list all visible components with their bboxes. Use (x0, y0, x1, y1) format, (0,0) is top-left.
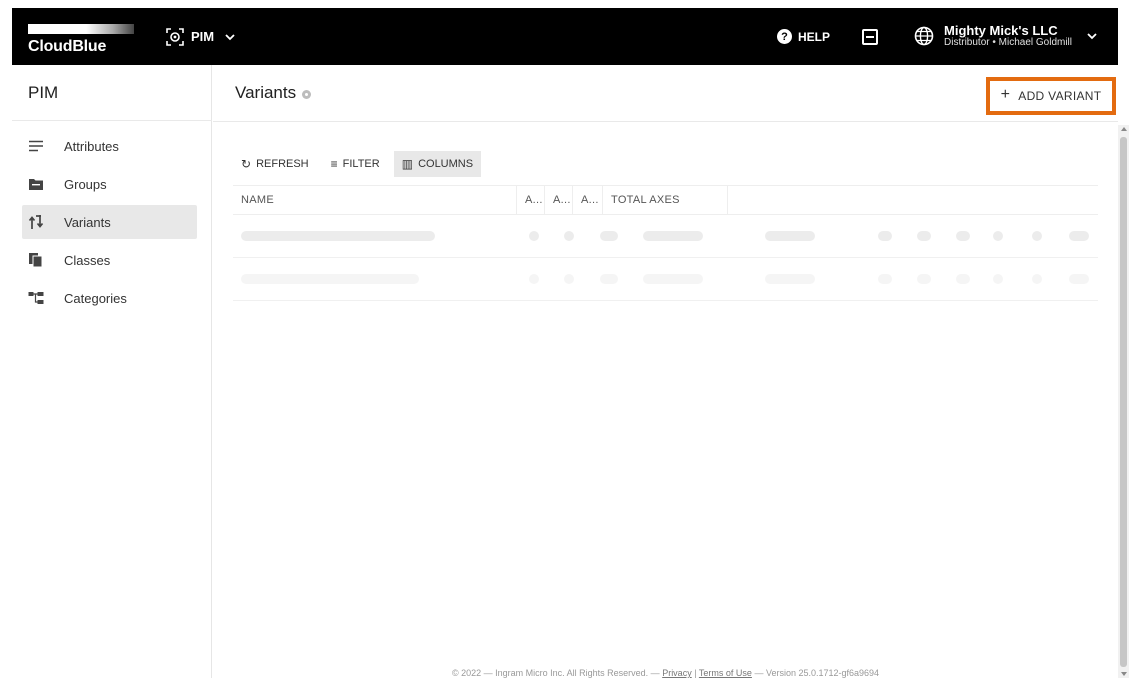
table-header: NAME A... A... A... TOTAL AXES (233, 185, 1098, 215)
sidebar-item-label: Classes (64, 252, 111, 268)
sidebar-item-classes[interactable]: Classes (22, 243, 197, 277)
page-title: Variants (235, 83, 297, 102)
scroll-up-arrow-icon[interactable] (1121, 127, 1127, 131)
add-variant-button[interactable]: + ADD VARIANT (986, 77, 1116, 115)
skeleton-placeholder (564, 274, 574, 284)
filter-button[interactable]: ≡ FILTER (323, 151, 388, 177)
help-button[interactable]: ? HELP (777, 29, 830, 44)
column-header[interactable]: A... (545, 186, 573, 214)
list-lines-icon (29, 140, 43, 152)
page-header: Variants (213, 65, 1118, 122)
refresh-label: REFRESH (256, 158, 309, 170)
module-switcher[interactable]: PIM (166, 17, 236, 57)
column-header[interactable]: A... (573, 186, 603, 214)
account-role: Distributor • Michael Goldmill (944, 37, 1072, 49)
footer: © 2022 — Ingram Micro Inc. All Rights Re… (213, 668, 1118, 678)
top-bar: CloudBlue PIM ? HELP Mighty Mick's LLC D… (12, 8, 1118, 65)
variants-icon (28, 215, 44, 229)
filter-label: FILTER (342, 158, 380, 170)
column-header-empty (728, 186, 846, 214)
info-icon[interactable] (302, 89, 312, 99)
sidebar-item-label: Attributes (64, 138, 119, 154)
sidebar-item-variants[interactable]: Variants (22, 205, 197, 239)
logo-bar (28, 23, 134, 34)
skeleton-placeholder (956, 231, 970, 241)
chevron-down-icon (1087, 33, 1097, 40)
column-header-total-axes[interactable]: TOTAL AXES (603, 186, 728, 214)
table-row-loading (233, 215, 1098, 258)
filter-icon: ≡ (330, 157, 338, 171)
refresh-button[interactable]: ↻ REFRESH (233, 151, 317, 177)
skeleton-placeholder (643, 274, 703, 284)
hierarchy-icon (28, 292, 44, 304)
skeleton-placeholder (993, 274, 1003, 284)
variants-table: NAME A... A... A... TOTAL AXES (233, 185, 1098, 301)
skeleton-placeholder (1069, 231, 1089, 241)
chevron-down-icon (225, 33, 235, 40)
skeleton-placeholder (529, 274, 539, 284)
sidebar-item-attributes[interactable]: Attributes (22, 129, 197, 163)
column-header[interactable]: A... (517, 186, 545, 214)
skeleton-placeholder (1032, 274, 1042, 284)
version-text: — Version 25.0.1712-gf6a9694 (754, 668, 880, 678)
columns-label: COLUMNS (418, 158, 474, 170)
sidebar: PIM Attributes Groups Variants Classes C… (12, 65, 212, 678)
globe-icon (914, 27, 934, 46)
refresh-icon: ↻ (241, 157, 252, 171)
help-icon: ? (777, 29, 792, 44)
skeleton-placeholder (878, 231, 892, 241)
main-content: Variants + ADD VARIANT ↻ REFRESH ≡ FILTE… (213, 65, 1118, 678)
copy-icon (29, 253, 43, 268)
sidebar-item-categories[interactable]: Categories (22, 281, 197, 315)
sidebar-item-label: Groups (64, 176, 107, 192)
scrollbar-thumb[interactable] (1120, 137, 1127, 667)
skeleton-placeholder (529, 231, 539, 241)
account-name: Mighty Mick's LLC (944, 23, 1058, 39)
folder-icon (29, 179, 43, 190)
skeleton-placeholder (564, 231, 574, 241)
sidebar-item-groups[interactable]: Groups (22, 167, 197, 201)
skeleton-placeholder (765, 231, 815, 241)
table-row-loading (233, 258, 1098, 301)
privacy-link[interactable]: Privacy (662, 668, 692, 678)
module-label: PIM (191, 29, 215, 44)
skeleton-placeholder (600, 231, 618, 241)
vertical-scrollbar[interactable] (1118, 125, 1129, 678)
skeleton-placeholder (1069, 274, 1089, 284)
account-switcher[interactable]: Mighty Mick's LLC Distributor • Michael … (914, 24, 1098, 48)
inbox-icon[interactable] (862, 28, 879, 45)
skeleton-placeholder (643, 231, 703, 241)
sidebar-item-label: Variants (64, 214, 111, 230)
sidebar-item-label: Categories (64, 290, 127, 306)
skeleton-placeholder (600, 274, 618, 284)
skeleton-placeholder (765, 274, 815, 284)
sidebar-title: PIM (12, 65, 212, 121)
copyright-text: © 2022 — Ingram Micro Inc. All Rights Re… (451, 668, 660, 678)
columns-icon: ▥ (401, 157, 414, 171)
skeleton-placeholder (956, 274, 970, 284)
help-label: HELP (798, 29, 831, 44)
skeleton-placeholder (993, 231, 1003, 241)
cloudblue-logo[interactable]: CloudBlue (28, 17, 136, 57)
table-toolbar: ↻ REFRESH ≡ FILTER ▥ COLUMNS (233, 151, 487, 177)
skeleton-placeholder (241, 231, 435, 241)
columns-button[interactable]: ▥ COLUMNS (393, 151, 482, 177)
brand-name: CloudBlue (28, 37, 107, 55)
skeleton-placeholder (1032, 231, 1042, 241)
skeleton-placeholder (917, 231, 931, 241)
plus-icon: + (1000, 86, 1011, 103)
scroll-down-arrow-icon[interactable] (1121, 672, 1127, 676)
footer-separator: | (694, 668, 697, 678)
skeleton-placeholder (917, 274, 931, 284)
skeleton-placeholder (241, 274, 419, 284)
column-header-name[interactable]: NAME (233, 186, 517, 214)
skeleton-placeholder (878, 274, 892, 284)
add-variant-label: ADD VARIANT (1018, 89, 1102, 103)
terms-link[interactable]: Terms of Use (699, 668, 752, 678)
pim-module-icon (166, 27, 184, 46)
